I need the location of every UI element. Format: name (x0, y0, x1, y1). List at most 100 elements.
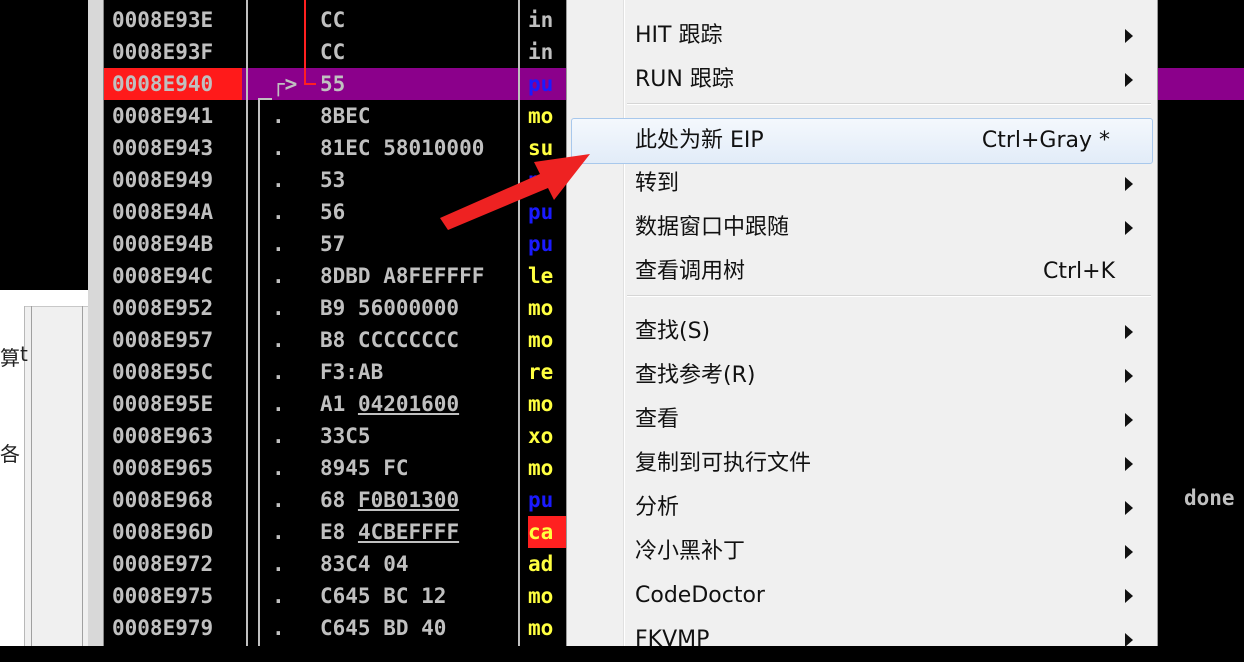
menu-item-label: 分析 (635, 495, 680, 520)
hex-text: A1 (320, 392, 358, 416)
address: 0008E975 (112, 584, 214, 608)
flow-mark (272, 36, 292, 68)
menu-item[interactable]: 查找参考(R) (567, 354, 1157, 398)
address: 0008E963 (112, 424, 214, 448)
address: 0008E979 (112, 616, 214, 640)
hex-text: E8 (320, 520, 358, 544)
comment-text: done (1184, 486, 1235, 510)
menu-item-label: 数据窗口中跟随 (635, 215, 790, 240)
function-bracket-line (258, 100, 260, 646)
menu-item[interactable]: RUN 跟踪 (567, 58, 1157, 102)
menu-item-label: 查找(S) (635, 319, 711, 344)
menu-item[interactable]: 此处为新 EIP Ctrl+Gray * (571, 118, 1153, 164)
menu-item[interactable]: 查看 (567, 398, 1157, 442)
hex-text: F3:AB (320, 360, 384, 384)
hex-text: 53 (320, 168, 346, 192)
column-separator (518, 0, 520, 646)
hex-text: 55 (320, 72, 346, 96)
menu-item-label: 转到 (635, 171, 680, 196)
hex-text: CC (320, 8, 346, 32)
window-text-fragment: 各 (0, 442, 20, 466)
flow-mark: . (272, 552, 285, 576)
menu-item-label: CodeDoctor (635, 583, 765, 608)
column-separator (246, 0, 248, 646)
hex-text: B9 56000000 (320, 296, 460, 320)
hex-text: 56 (320, 200, 346, 224)
submenu-arrow-icon (1125, 457, 1133, 471)
window-text-fragment: 算 (0, 346, 20, 370)
flow-mark: ┌> (272, 72, 298, 96)
menu-item[interactable]: 分析 (567, 486, 1157, 530)
hex-text: B8 CCCCCCCC (320, 328, 460, 352)
flow-mark (272, 4, 292, 36)
address: 0008E965 (112, 456, 214, 480)
hex-text: C645 BC 12 (320, 584, 447, 608)
flow-mark: . (272, 200, 285, 224)
menu-item[interactable]: FKVMP (567, 618, 1157, 662)
menu-item-label: 复制到可执行文件 (635, 451, 812, 476)
flow-mark: . (272, 616, 285, 640)
hex-text: 8BEC (320, 104, 371, 128)
submenu-arrow-icon (1125, 545, 1133, 559)
menu-item-label: RUN 跟踪 (635, 67, 734, 92)
address: 0008E940 (104, 68, 242, 100)
submenu-arrow-icon (1125, 325, 1133, 339)
submenu-arrow-icon (1125, 589, 1133, 603)
address: 0008E96D (112, 520, 214, 544)
address: 0008E968 (112, 488, 214, 512)
flow-mark: . (272, 328, 285, 352)
context-menu[interactable]: HIT 跟踪 RUN 跟踪此处为新 EIP Ctrl+Gray * 转到数据窗口中跟随… (566, 0, 1158, 652)
submenu-arrow-icon (1125, 413, 1133, 427)
menu-item[interactable]: 查找(S) (567, 310, 1157, 354)
mnemonic: ca (528, 516, 568, 548)
mnemonic: ad (528, 552, 554, 576)
submenu-arrow-icon (1125, 29, 1133, 43)
flow-mark: . (272, 136, 285, 160)
menu-item[interactable]: HIT 跟踪 (567, 14, 1157, 58)
menu-item-label: 冷小黑补丁 (635, 539, 746, 564)
annotation-arrow-icon (440, 154, 590, 230)
flow-mark: . (272, 520, 285, 544)
flow-mark: . (272, 584, 285, 608)
address: 0008E957 (112, 328, 214, 352)
background-window: 算 t 各 (0, 290, 88, 646)
menu-item[interactable]: 数据窗口中跟随 (567, 206, 1157, 250)
hex-text: 83C4 04 (320, 552, 409, 576)
address: 0008E94B (112, 232, 214, 256)
mnemonic: mo (528, 296, 554, 320)
menu-item[interactable]: 冷小黑补丁 (567, 530, 1157, 574)
hex-text: CC (320, 40, 346, 64)
address: 0008E972 (112, 552, 214, 576)
mnemonic: pu (528, 488, 554, 512)
hex-text: C645 BD 40 (320, 616, 447, 640)
mnemonic: mo (528, 392, 554, 416)
window-text-fragment: t (20, 342, 28, 366)
menu-item-label: FKVMP (635, 627, 710, 652)
mnemonic: xo (528, 424, 554, 448)
address: 0008E941 (112, 104, 214, 128)
flow-mark: . (272, 456, 285, 480)
flow-mark: . (272, 488, 285, 512)
mnemonic: pu (528, 232, 554, 256)
mnemonic: mo (528, 584, 554, 608)
submenu-arrow-icon (1125, 369, 1133, 383)
hex-text: 8DBD A8FEFFFF (320, 264, 485, 288)
menu-item-label: 查看 (635, 407, 680, 432)
submenu-arrow-icon (1125, 633, 1133, 647)
menu-item[interactable]: 查看调用树 Ctrl+K (567, 250, 1157, 294)
menu-item[interactable]: CodeDoctor (567, 574, 1157, 618)
flow-mark: . (272, 392, 285, 416)
flow-mark: . (272, 232, 285, 256)
menu-item[interactable]: 复制到可执行文件 (567, 442, 1157, 486)
flow-mark: . (272, 296, 285, 320)
address: 0008E93F (112, 40, 214, 64)
submenu-arrow-icon (1125, 221, 1133, 235)
menu-item[interactable]: 转到 (567, 162, 1157, 206)
hex-address-ref: 04201600 (357, 392, 460, 416)
submenu-arrow-icon (1125, 501, 1133, 515)
mnemonic: in (528, 40, 554, 64)
hex-text: 68 (320, 488, 358, 512)
flow-mark: . (272, 264, 285, 288)
column-divider (31, 306, 32, 646)
address: 0008E94A (112, 200, 214, 224)
